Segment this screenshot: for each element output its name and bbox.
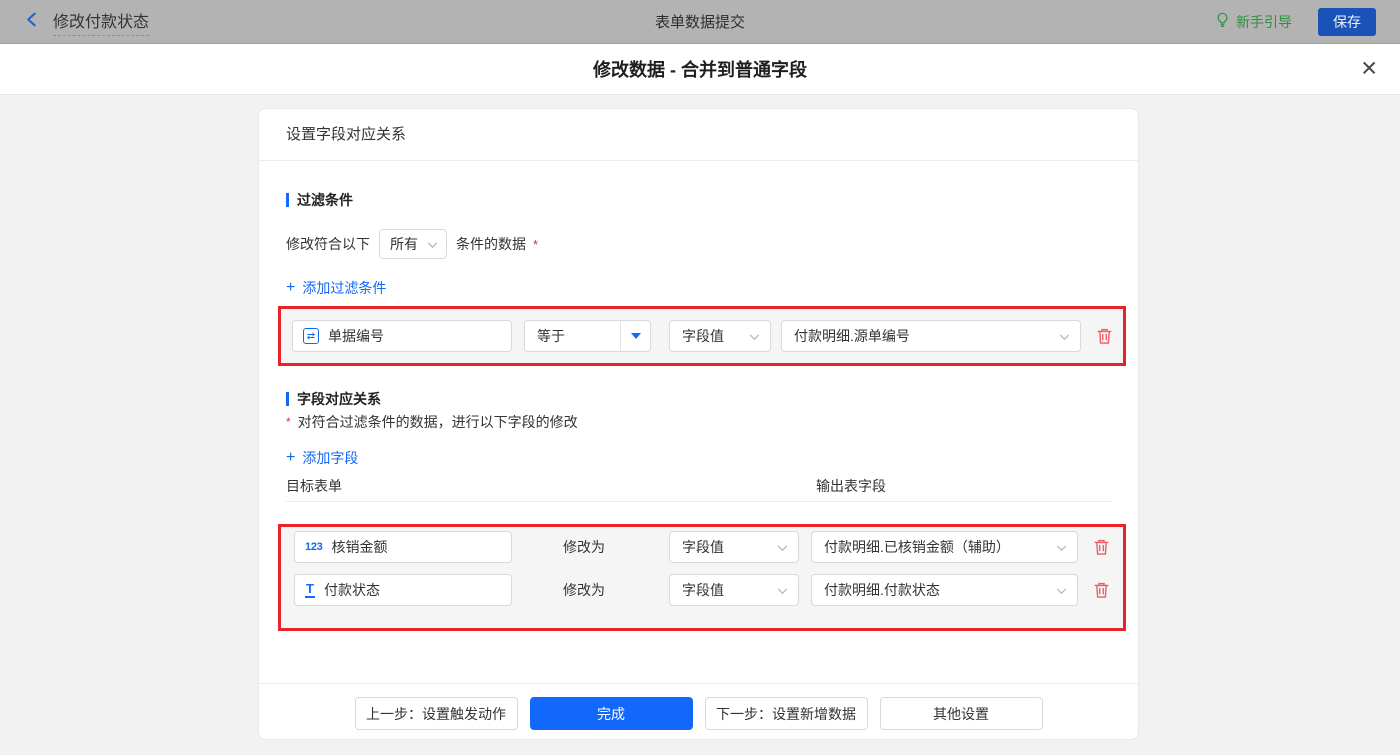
filter-field-value: 单据编号 [328,328,384,344]
column-divider [286,501,1111,502]
close-icon[interactable]: ✕ [1360,59,1378,80]
chevron-down-icon [777,539,788,555]
value-type: 字段值 [682,582,724,598]
match-mode-value: 所有 [390,236,418,252]
back-button[interactable] [24,11,41,33]
save-button[interactable]: 保存 [1318,7,1376,36]
number-field-icon: 123 [305,541,323,553]
text-field-icon: T [305,581,315,598]
mapping-description-text: 对符合过滤条件的数据，进行以下字段的修改 [297,414,578,430]
filter-field-input[interactable]: ⇄ 单据编号 [292,320,512,352]
trash-icon [1093,582,1109,598]
settings-panel: 设置字段对应关系 过滤条件 修改符合以下 所有 条件的数据 * + 添加过滤条件… [258,108,1139,740]
operator-value: 等于 [537,328,565,344]
value-type: 字段值 [682,539,724,555]
prev-step-button[interactable]: 上一步：设置触发动作 [354,697,518,730]
delete-mapping-row-button[interactable] [1092,537,1110,557]
filter-condition-line: 修改符合以下 所有 条件的数据 * [286,228,538,260]
lightbulb-icon [1215,12,1230,31]
target-field-value: 付款状态 [323,582,380,598]
beginner-guide-link[interactable]: 新手引导 [1215,12,1292,32]
section-bar-icon [286,193,289,207]
footer-buttons: 上一步：设置触发动作 完成 下一步：设置新增数据 其他设置 [259,697,1138,730]
mapping-description: * 对符合过滤条件的数据，进行以下字段的修改 [286,412,578,432]
next-step-button[interactable]: 下一步：设置新增数据 [704,697,868,730]
column-header-output-field: 输出表字段 [816,478,886,494]
match-suffix-text: 条件的数据 [456,236,526,252]
modify-to-label: 修改为 [563,582,605,598]
modal-title: 修改数据 - 合并到普通字段 [593,60,807,80]
chevron-down-icon [427,236,438,252]
output-field-value: 付款明细.已核销金额（辅助） [824,539,1010,555]
value-type-select[interactable]: 字段值 [669,574,799,606]
match-mode-select[interactable]: 所有 [379,229,447,259]
trash-icon [1093,539,1109,555]
filter-row-annotation-box: ⇄ 单据编号 等于 字段值 付款明细.源单编号 [278,306,1126,366]
target-field-input[interactable]: 123 核销金额 [294,531,512,563]
filter-value: 付款明细.源单编号 [794,328,910,344]
filter-value-select[interactable]: 付款明细.源单编号 [781,320,1081,352]
operator-select[interactable]: 等于 [524,320,651,352]
column-header-target-form: 目标表单 [286,478,342,494]
plus-icon: + [286,449,296,466]
screen: 修改付款状态 表单数据提交 新手引导 保存 修改数据 - 合并到普通字段 ✕ 设… [0,0,1400,755]
output-field-select[interactable]: 付款明细.已核销金额（辅助） [811,531,1078,563]
filter-section-label: 过滤条件 [297,192,353,208]
modify-to-label: 修改为 [563,539,605,555]
mapping-section-label: 字段对应关系 [297,391,381,407]
chevron-down-icon [1056,582,1067,598]
top-bar: 修改付款状态 表单数据提交 新手引导 保存 [0,0,1400,44]
chevron-down-icon [1056,539,1067,555]
chevron-down-icon [777,582,788,598]
done-button[interactable]: 完成 [529,697,693,730]
chevron-down-icon [749,328,760,344]
add-field-link[interactable]: + 添加字段 [286,448,358,468]
caret-down-icon [630,333,641,339]
modal-header: 修改数据 - 合并到普通字段 ✕ [0,44,1400,95]
output-field-value: 付款明细.付款状态 [824,582,940,598]
other-settings-button[interactable]: 其他设置 [879,697,1043,730]
panel-header-title: 设置字段对应关系 [259,109,1138,161]
add-field-label: 添加字段 [302,450,359,466]
match-prefix-text: 修改符合以下 [286,236,370,252]
serial-number-field-icon: ⇄ [303,328,319,344]
output-field-select[interactable]: 付款明细.付款状态 [811,574,1078,606]
page-title: 表单数据提交 [654,14,746,31]
back-chevron-icon [24,11,41,33]
add-filter-label: 添加过滤条件 [302,280,387,296]
required-mark: * [286,415,291,429]
operator-dropdown-arrow[interactable] [620,321,650,351]
value-type-select[interactable]: 字段值 [669,531,799,563]
footer-divider [259,683,1138,684]
target-field-input[interactable]: T 付款状态 [294,574,512,606]
filter-value-type: 字段值 [682,328,724,344]
section-bar-icon [286,392,289,406]
flow-name-editable[interactable]: 修改付款状态 [53,8,150,36]
delete-mapping-row-button[interactable] [1092,580,1110,600]
filter-value-type-select[interactable]: 字段值 [669,320,771,352]
filter-section-title: 过滤条件 [286,190,353,210]
chevron-down-icon [1059,328,1070,344]
guide-label: 新手引导 [1236,13,1292,30]
mapping-section-title: 字段对应关系 [286,389,381,409]
delete-filter-row-button[interactable] [1095,326,1113,346]
trash-icon [1096,328,1112,344]
mapping-rows-annotation-box: 123 核销金额 修改为 字段值 付款明细.已核销金额（辅助） T 付款状态 修… [278,524,1126,631]
add-filter-condition-link[interactable]: + 添加过滤条件 [286,278,386,298]
plus-icon: + [286,279,296,296]
required-mark: * [533,236,539,252]
target-field-value: 核销金额 [331,539,388,555]
